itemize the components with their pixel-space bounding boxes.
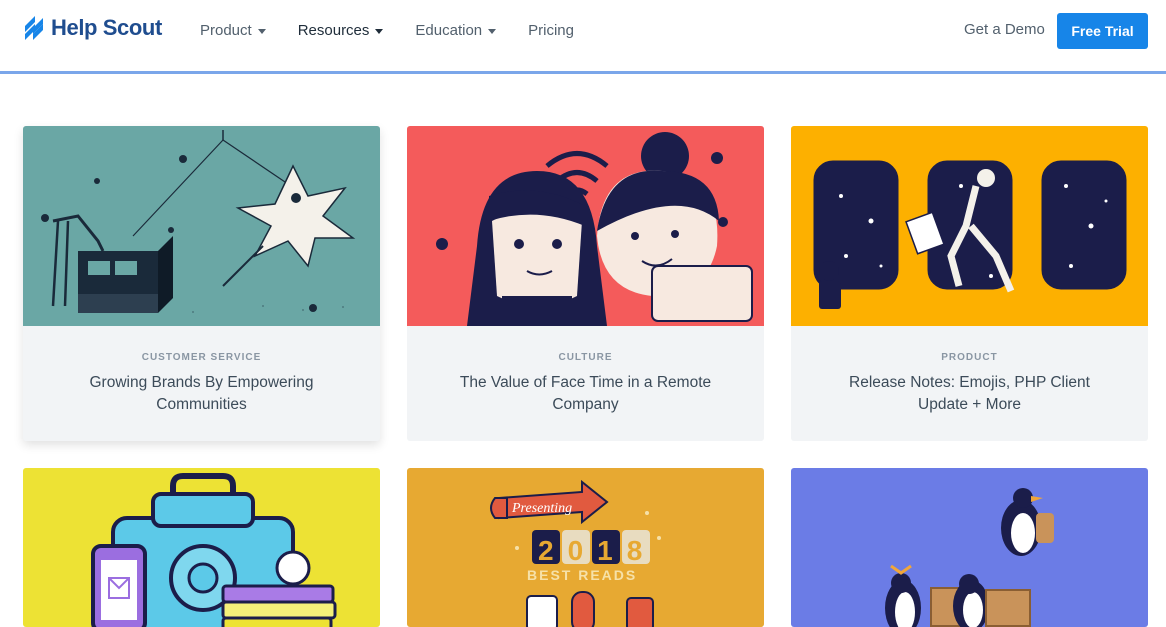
nav-item-education[interactable]: Education (415, 22, 497, 39)
article-card-body: CUSTOMER SERVICE Growing Brands By Empow… (23, 326, 380, 441)
main-nav-links: Product Resources Education Pricing (200, 22, 606, 39)
article-title: The Value of Face Time in a Remote Compa… (459, 374, 712, 413)
nav-item-product[interactable]: Product (200, 22, 266, 39)
article-illustration (791, 468, 1148, 627)
chevron-down-icon (375, 29, 384, 34)
nav-item-label: Resources (297, 22, 370, 39)
article-category: CULTURE (558, 352, 613, 363)
year-label: 2018 (538, 535, 656, 566)
get-demo-link[interactable]: Get a Demo (964, 21, 1045, 38)
article-title: Growing Brands By Empowering Communities (89, 374, 314, 413)
article-title: Release Notes: Emojis, PHP Client Update… (849, 374, 1090, 413)
chevron-down-icon (257, 29, 266, 34)
article-card-face-time[interactable]: CULTURE The Value of Face Time in a Remo… (407, 126, 764, 441)
article-card-growing-brands[interactable]: CUSTOMER SERVICE Growing Brands By Empow… (23, 126, 380, 441)
article-category: CUSTOMER SERVICE (141, 352, 262, 363)
article-illustration (407, 126, 764, 326)
help-scout-logo[interactable]: Help Scout (23, 15, 162, 41)
free-trial-button[interactable]: Free Trial (1057, 13, 1148, 49)
nav-item-label: Pricing (528, 22, 574, 39)
nav-item-label: Education (415, 22, 483, 39)
article-card-body: PRODUCT Release Notes: Emojis, PHP Clien… (791, 326, 1148, 441)
article-illustration (23, 468, 380, 627)
article-card-body: CULTURE The Value of Face Time in a Remo… (407, 326, 764, 441)
help-scout-logo-icon (25, 16, 43, 40)
article-category: PRODUCT (941, 352, 998, 363)
nav-item-pricing[interactable]: Pricing (528, 22, 574, 39)
article-card-release-notes[interactable]: PRODUCT Release Notes: Emojis, PHP Clien… (791, 126, 1148, 441)
nav-item-resources[interactable]: Resources (298, 22, 384, 39)
chevron-down-icon (488, 29, 497, 34)
article-illustration: Presenting 2018 BEST READS (407, 468, 764, 627)
top-navigation: Help Scout Product Resources Education P… (0, 0, 1166, 74)
article-card-toolbox[interactable] (23, 468, 380, 627)
article-card-best-reads[interactable]: Presenting 2018 BEST READS (407, 468, 764, 627)
article-illustration (23, 126, 380, 326)
presenting-label: Presenting (511, 501, 572, 516)
best-reads-label: BEST READS (527, 567, 637, 583)
nav-item-label: Product (200, 22, 252, 39)
article-illustration (791, 126, 1148, 326)
logo-text: Help Scout (51, 15, 162, 40)
article-card-penguins[interactable] (791, 468, 1148, 627)
